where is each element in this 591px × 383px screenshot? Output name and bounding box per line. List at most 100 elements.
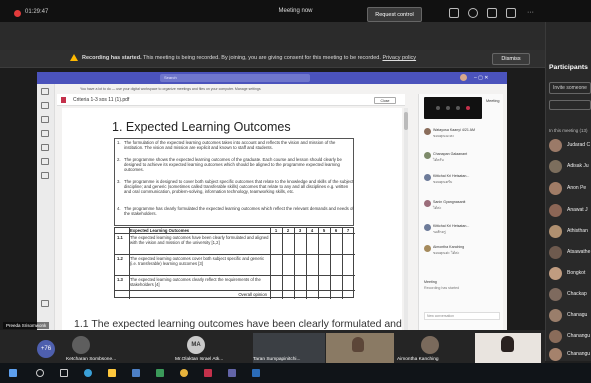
participant-name: Bongkot bbox=[567, 270, 586, 276]
participants-title: Participants bbox=[549, 64, 588, 71]
warning-icon bbox=[70, 54, 78, 61]
calls-icon bbox=[41, 158, 49, 165]
chat-text: ได้ค่ะ bbox=[433, 206, 442, 210]
overall-opinion-label: Overall opinion bbox=[238, 292, 267, 297]
participant-avatar bbox=[72, 336, 90, 354]
shared-meeting-label: Meeting bbox=[486, 99, 500, 103]
presenter-name: Preeda Srisomwonk bbox=[3, 322, 50, 329]
participant-row[interactable]: Chanagu bbox=[549, 309, 591, 323]
request-control-button[interactable]: Request control bbox=[367, 7, 422, 22]
participant-initials-avatar: MA bbox=[187, 336, 205, 354]
meeting-event-title: Meeting bbox=[424, 280, 437, 284]
chat-avatar bbox=[424, 224, 431, 231]
participant-row[interactable]: Bongkot bbox=[549, 267, 591, 281]
privacy-policy-link[interactable]: Privacy policy bbox=[382, 55, 416, 61]
shared-search-box: Search bbox=[160, 74, 310, 82]
task-view-icon[interactable] bbox=[60, 369, 68, 377]
recording-banner-bold: Recording has started. bbox=[82, 55, 142, 61]
outcome-text: The formulation of the expected learning… bbox=[124, 140, 336, 151]
participant-name: Anawat J bbox=[567, 207, 588, 213]
table-row: 1.2 The expected learning outcomes cover… bbox=[115, 255, 355, 276]
pdf-scrollbar bbox=[404, 108, 408, 330]
dismiss-button[interactable]: Dismiss bbox=[492, 53, 530, 65]
app-icon[interactable] bbox=[156, 369, 164, 377]
outcome-number: 2. bbox=[117, 157, 121, 162]
reactions-icon[interactable] bbox=[487, 8, 497, 18]
chat-avatar bbox=[424, 174, 431, 181]
participant-row[interactable]: Chanangu bbox=[549, 348, 591, 361]
outcome-item: 4. The programme has clearly formulated … bbox=[117, 206, 354, 216]
video-tile[interactable]: Aimontha Kanching bbox=[397, 333, 469, 363]
chat-text: ขอบคุณครับ bbox=[433, 180, 453, 184]
participant-row[interactable]: Chackap bbox=[549, 288, 591, 302]
word-icon[interactable] bbox=[252, 369, 260, 377]
outcome-item: 3. The programme is designed to cover bo… bbox=[117, 179, 354, 194]
row-text: The expected learning outcomes cover bot… bbox=[130, 256, 265, 267]
participant-row[interactable]: Adisak Ju bbox=[549, 160, 591, 174]
participant-name: Adisak Ju bbox=[567, 163, 589, 169]
table-row: 1.3 The expected learning outcomes clear… bbox=[115, 276, 355, 291]
video-tile[interactable]: MA Mr.Olaktan Israel Atk... bbox=[175, 333, 253, 363]
participant-row[interactable]: Judarad C bbox=[549, 139, 591, 153]
window-title: Meeting now bbox=[278, 8, 313, 14]
shared-notice-text: You have a lot to do — use your digital … bbox=[80, 87, 261, 91]
chat-icon[interactable] bbox=[468, 8, 478, 18]
more-participants-badge[interactable]: +76 bbox=[37, 340, 55, 358]
share-invite-button[interactable] bbox=[549, 100, 591, 110]
shared-chat-input: New conversation bbox=[424, 312, 500, 320]
participant-row[interactable]: Atsawathe bbox=[549, 246, 591, 260]
window-title-bar: Meeting now bbox=[0, 0, 591, 22]
chat-rail-icon bbox=[41, 102, 49, 109]
chrome-icon[interactable] bbox=[180, 369, 188, 377]
participant-avatar bbox=[549, 267, 562, 280]
rooms-icon[interactable] bbox=[506, 8, 516, 18]
outcome-number: 3. bbox=[117, 179, 121, 184]
app-icon[interactable] bbox=[204, 369, 212, 377]
outcome-number: 4. bbox=[117, 206, 121, 211]
store-icon[interactable] bbox=[132, 369, 140, 377]
calendar-icon bbox=[41, 144, 49, 151]
criteria-table: Expected Learning Outcomes 1 2 3 4 5 6 7… bbox=[114, 227, 355, 299]
video-tile[interactable] bbox=[475, 333, 541, 363]
recording-banner-text: Recording has started. This meeting is b… bbox=[82, 55, 416, 61]
invite-input[interactable]: Invite someone bbox=[549, 82, 591, 94]
outcome-item: 2. The programme shows the expected lear… bbox=[117, 157, 354, 172]
help-icon bbox=[41, 300, 49, 307]
file-explorer-icon[interactable] bbox=[108, 369, 116, 377]
outcome-text: The programme is designed to cover both … bbox=[124, 179, 354, 195]
chat-sender: Aimontha Kanching bbox=[433, 245, 465, 249]
assignments-icon bbox=[41, 130, 49, 137]
edge-icon[interactable] bbox=[84, 369, 92, 377]
search-icon[interactable] bbox=[36, 369, 44, 377]
teams-icon[interactable] bbox=[228, 369, 236, 377]
participant-avatar bbox=[549, 139, 562, 152]
participant-name: Athisthan bbox=[567, 228, 588, 234]
preview-control-icon bbox=[436, 106, 440, 110]
participant-avatar bbox=[549, 348, 562, 361]
activity-icon bbox=[41, 88, 49, 95]
participant-row[interactable]: Anon Pe bbox=[549, 182, 591, 196]
more-options-icon[interactable]: ··· bbox=[527, 9, 534, 16]
preview-leave-icon bbox=[466, 106, 470, 110]
video-tile[interactable] bbox=[326, 333, 394, 363]
chat-sender: Kittichai Kri Hetsatan... bbox=[433, 224, 470, 228]
participant-row[interactable]: Athisthan bbox=[549, 225, 591, 239]
pdf-title-bar: Criteria 1-3 sos 11 (1).pdf bbox=[57, 94, 405, 106]
participants-icon[interactable] bbox=[449, 8, 459, 18]
participant-name: Chanagu bbox=[567, 312, 588, 318]
windows-start-icon[interactable] bbox=[9, 369, 17, 377]
participant-name: Chackap bbox=[567, 291, 587, 297]
chat-text: ได้ครับ bbox=[433, 158, 444, 162]
meeting-controls-bar bbox=[0, 22, 545, 50]
participant-name: Judarad C bbox=[567, 142, 591, 148]
participants-section-header[interactable]: In this meeting (13) bbox=[549, 128, 588, 133]
video-tile[interactable]: Taran Sumpapinitchi... bbox=[253, 333, 325, 363]
participant-avatar bbox=[549, 309, 562, 322]
shared-profile-avatar bbox=[460, 74, 467, 81]
recording-banner-message: This meeting is being recorded. By joini… bbox=[141, 55, 381, 61]
video-tile[interactable]: Ketcharan Sombsone... bbox=[66, 333, 140, 363]
participant-row[interactable]: Chanangu bbox=[549, 330, 591, 344]
shared-meeting-preview bbox=[424, 97, 482, 119]
participant-avatar bbox=[549, 288, 562, 301]
participant-row[interactable]: Anawat J bbox=[549, 204, 591, 218]
